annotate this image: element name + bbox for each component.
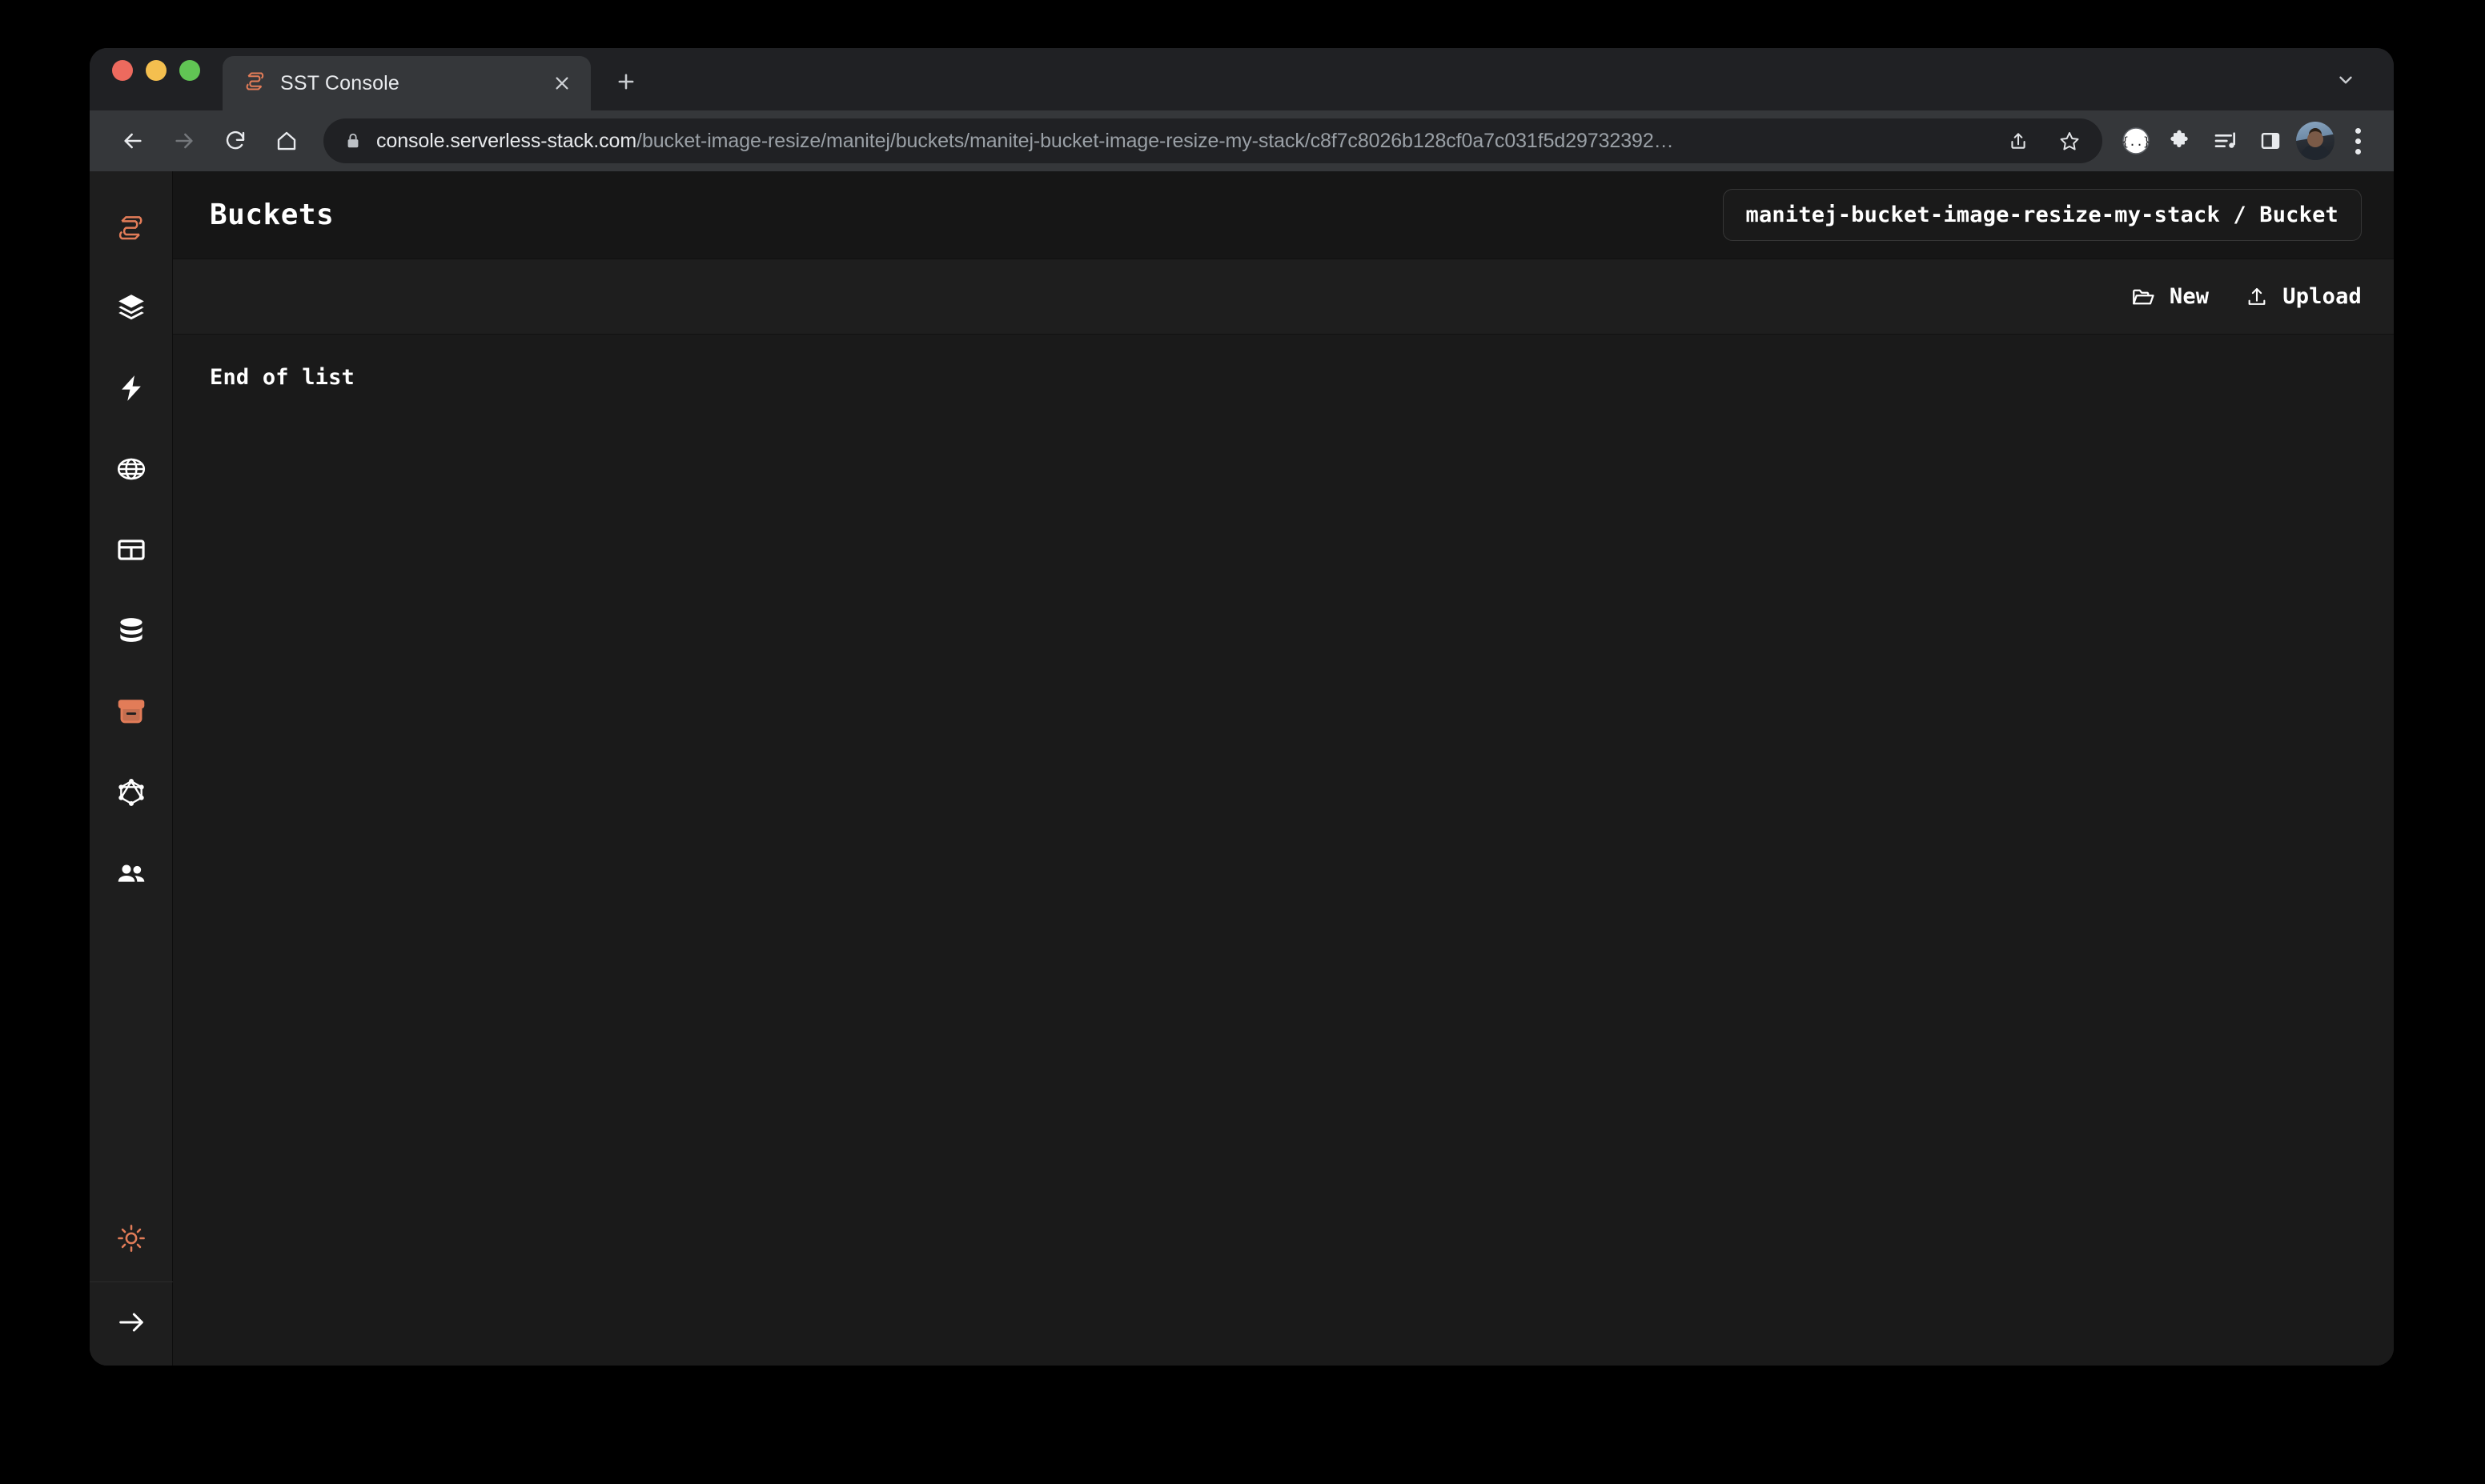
reload-icon[interactable] <box>210 115 261 166</box>
upload-button[interactable]: Upload <box>2246 284 2362 309</box>
sidebar-item-theme-toggle[interactable] <box>90 1198 173 1281</box>
close-icon[interactable] <box>546 67 578 99</box>
chevron-down-icon[interactable] <box>2326 62 2365 98</box>
layers-icon <box>116 292 147 327</box>
users-icon <box>115 857 147 893</box>
upload-icon <box>2246 286 2268 308</box>
lightning-icon <box>116 373 147 407</box>
bucket-file-list: End of list <box>173 335 2394 1366</box>
app-viewport: Buckets manitej-bucket-image-resize-my-s… <box>90 171 2394 1366</box>
window-close-button[interactable] <box>112 60 133 81</box>
breadcrumb-scope-selector[interactable]: manitej-bucket-image-resize-my-stack / B… <box>1722 189 2362 241</box>
home-icon[interactable] <box>261 115 312 166</box>
side-panel-icon[interactable] <box>2248 118 2293 163</box>
sidebar-secondary-nav <box>90 1198 173 1366</box>
main-panel: Buckets manitej-bucket-image-resize-my-s… <box>173 171 2394 1366</box>
share-icon[interactable] <box>2000 122 2037 159</box>
page-title: Buckets <box>210 199 335 231</box>
sidebar-item-logo[interactable] <box>90 192 173 269</box>
browser-toolbar: console.serverless-stack.com/bucket-imag… <box>90 110 2394 171</box>
browser-window: SST Console console.serverless-stack.com… <box>90 48 2394 1366</box>
extensions-puzzle-icon[interactable] <box>2158 118 2203 163</box>
profile-avatar[interactable] <box>2296 122 2334 160</box>
sidebar-item-buckets[interactable] <box>90 673 173 754</box>
browser-tab-title: SST Console <box>280 71 400 94</box>
window-controls <box>112 48 223 110</box>
sidebar-item-expand[interactable] <box>90 1282 173 1366</box>
upload-label: Upload <box>2282 284 2362 309</box>
sidebar-item-graphql[interactable] <box>90 754 173 835</box>
sidebar-item-dynamodb[interactable] <box>90 592 173 673</box>
sidebar-item-rds[interactable] <box>90 511 173 592</box>
window-zoom-button[interactable] <box>179 60 200 81</box>
arrow-right-icon <box>115 1306 147 1342</box>
media-playlist-icon[interactable] <box>2203 118 2248 163</box>
bucket-icon <box>116 696 147 731</box>
graphql-icon <box>116 777 147 812</box>
browser-tab-sst-console[interactable]: SST Console <box>223 56 591 110</box>
globe-icon <box>116 454 147 488</box>
address-bar[interactable]: console.serverless-stack.com/bucket-imag… <box>323 118 2102 163</box>
address-bar-url: console.serverless-stack.com/bucket-imag… <box>376 130 1985 153</box>
three-dot-menu-icon[interactable] <box>2339 118 2376 163</box>
app-sidebar <box>90 171 173 1366</box>
end-of-list-label: End of list <box>210 365 355 390</box>
sidebar-item-cognito[interactable] <box>90 835 173 916</box>
folder-open-icon <box>2131 285 2155 309</box>
lock-icon <box>344 131 362 150</box>
table-icon <box>116 535 147 569</box>
svg-text:{..}: {..} <box>2122 134 2150 149</box>
sidebar-primary-nav <box>90 171 172 916</box>
new-folder-button[interactable]: New <box>2131 284 2209 309</box>
sidebar-item-api[interactable] <box>90 431 173 511</box>
json-viewer-icon[interactable]: {..} <box>2114 118 2158 163</box>
sidebar-item-stacks[interactable] <box>90 269 173 350</box>
address-bar-host: console.serverless-stack.com <box>376 129 637 152</box>
database-icon <box>116 616 147 650</box>
sun-icon <box>117 1224 146 1257</box>
star-icon[interactable] <box>2051 122 2088 159</box>
sst-logo-icon <box>243 71 267 95</box>
forward-arrow-icon[interactable] <box>159 115 210 166</box>
tab-strip: SST Console <box>90 48 2394 110</box>
address-bar-path: /bucket-image-resize/manitej/buckets/man… <box>636 129 1674 152</box>
bucket-toolbar: New Upload <box>173 259 2394 335</box>
new-folder-label: New <box>2169 284 2210 309</box>
page-header: Buckets manitej-bucket-image-resize-my-s… <box>173 171 2394 259</box>
new-tab-button[interactable] <box>604 59 648 104</box>
window-minimize-button[interactable] <box>146 60 167 81</box>
sidebar-item-functions[interactable] <box>90 350 173 431</box>
back-arrow-icon[interactable] <box>107 115 159 166</box>
